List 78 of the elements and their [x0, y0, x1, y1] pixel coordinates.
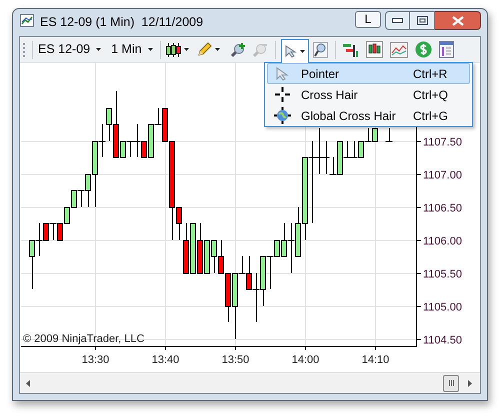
axis-tick [375, 346, 376, 350]
shortcut-label: Ctrl+Q [413, 86, 450, 104]
interval-dropdown[interactable]: 1 Min [111, 40, 153, 59]
dollar-icon [414, 41, 432, 58]
axis-tick [416, 141, 422, 142]
zoom-in-icon [230, 42, 246, 58]
chart-window-icon [20, 14, 34, 27]
grip-icon [448, 380, 454, 386]
price-label: 1106.50 [423, 202, 462, 214]
caret-icon [214, 48, 220, 51]
close-icon [452, 16, 464, 26]
magnifier-icon [312, 42, 328, 58]
pointer-icon [284, 44, 297, 58]
menu-item-label: Pointer [301, 66, 340, 82]
pencil-icon [196, 42, 212, 57]
time-label: 13:30 [82, 354, 110, 366]
menu-item[interactable]: Cross Hair Ctrl+Q [267, 84, 470, 105]
copyright-text: © 2009 NinjaTrader, LLC [23, 333, 144, 345]
caret-icon [148, 48, 153, 51]
price-label: 1106.00 [423, 236, 462, 248]
layout-button[interactable]: L [355, 11, 381, 28]
menu-item[interactable]: Global Cross Hair Ctrl+G [267, 105, 470, 126]
shortcut-label: Ctrl+R [413, 66, 448, 82]
axis-tick [165, 346, 166, 350]
pointer-icon [276, 66, 288, 80]
minimize-icon [392, 18, 403, 23]
axis-tick [416, 339, 422, 340]
close-button[interactable] [435, 11, 481, 30]
axis-tick [235, 346, 236, 350]
axis-tick [416, 174, 422, 175]
chart-properties-button[interactable] [390, 42, 408, 58]
price-label: 1107.00 [423, 170, 462, 182]
caret-icon [300, 50, 305, 52]
time-label: 14:00 [292, 354, 320, 366]
scroll-right-icon[interactable] [468, 380, 472, 386]
zoom-in-button[interactable] [230, 42, 246, 58]
drawing-tools-button[interactable] [196, 42, 220, 57]
pointer-tool-button[interactable] [280, 38, 309, 62]
axis-tick [416, 306, 422, 307]
axis-tick [305, 346, 306, 350]
window-title: ES 12-09 (1 Min) 12/11/2009 [40, 14, 204, 31]
globe-crosshair-icon [274, 107, 290, 124]
indicators-button[interactable] [342, 41, 359, 58]
menu-item-label: Global Cross Hair [301, 108, 397, 124]
shortcut-label: Ctrl+G [413, 108, 450, 124]
candlestick [385, 128, 393, 142]
horizontal-scrollbar[interactable] [20, 372, 480, 393]
time-label: 14:10 [362, 354, 390, 366]
menu-item[interactable]: Pointer Ctrl+R [267, 63, 470, 84]
time-label: 13:40 [152, 354, 180, 366]
menu-item-label: Cross Hair [301, 86, 359, 104]
crosshair-icon [274, 87, 290, 102]
bars-icon [342, 41, 359, 58]
time-label: 13:50 [222, 354, 250, 366]
window-list-icon [438, 41, 454, 58]
price-label: 1105.50 [423, 268, 462, 280]
scroll-left-icon[interactable] [26, 380, 30, 386]
price-label: 1105.00 [423, 302, 462, 314]
toolbar-gripper-icon [23, 42, 26, 58]
instrument-dropdown[interactable]: ES 12-09 [38, 40, 102, 59]
maximize-button[interactable] [410, 11, 435, 30]
minimize-button[interactable] [385, 11, 410, 30]
caret-icon [184, 48, 189, 51]
scrollbar-thumb[interactable] [443, 374, 459, 392]
maximize-icon [416, 16, 428, 25]
caret-icon [96, 48, 102, 51]
line-chart-icon [390, 42, 408, 58]
axis-tick [416, 240, 422, 241]
data-box-button[interactable] [438, 41, 454, 58]
axis-tick [416, 207, 422, 208]
price-label: 1107.50 [423, 136, 462, 148]
chart-style-button[interactable] [166, 42, 189, 58]
dollar-button[interactable] [414, 41, 432, 58]
axis-tick [95, 346, 96, 350]
magnifier-button[interactable] [312, 42, 328, 58]
price-label: 1104.50 [423, 334, 462, 346]
zoom-out-icon [252, 42, 268, 58]
axis-tick [416, 273, 422, 274]
